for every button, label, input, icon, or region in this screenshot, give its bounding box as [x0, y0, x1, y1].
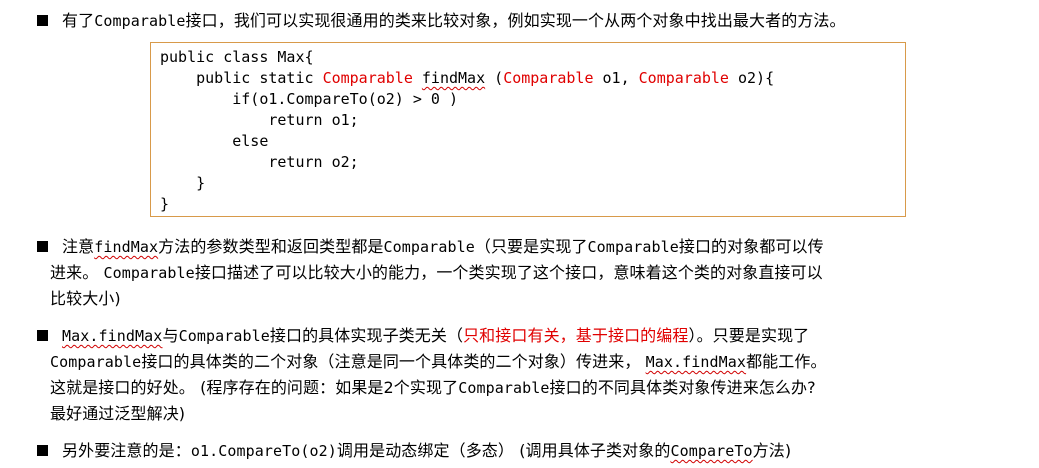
bullet-3-line-1: Max.findMax与Comparable接口的具体实现子类无关（只和接口有关…	[62, 326, 810, 345]
code-line-5: else	[160, 132, 269, 150]
text-segment: 接口，我们可以实现很通用的类来比较对象，例如实现一个从两个对象中找出最大者的方法…	[185, 11, 846, 30]
bullet-marker	[37, 330, 48, 341]
bullet-marker	[37, 15, 48, 26]
code-term: o1.CompareTo(o2)	[190, 442, 337, 460]
code-term: CompareTo	[670, 442, 753, 460]
bullet-marker	[37, 445, 48, 456]
code-line-3: if(o1.CompareTo(o2) > 0 )	[160, 90, 459, 108]
bullet-4-text: 另外要注意的是：o1.CompareTo(o2)调用是动态绑定（多态） (调用具…	[62, 441, 792, 460]
code-term: Comparable	[587, 238, 679, 256]
bullet-3-line-2: Comparable接口的具体类的二个对象（注意是同一个具体类的二个对象）传进来…	[50, 352, 827, 371]
bullet-3-line-4: 最好通过泛型解决)	[50, 404, 186, 423]
code-term: Comparable	[178, 327, 270, 345]
code-term: Max.findMax	[62, 327, 163, 345]
emphasis-text: 只和接口有关，基于接口的编程	[463, 326, 689, 345]
text-segment: 有了	[62, 11, 95, 30]
code-term: Comparable	[383, 238, 475, 256]
code-line-6: return o2;	[160, 153, 359, 171]
bullet-3-line-3: 这就是接口的好处。 (程序存在的问题：如果是2个实现了Comparable接口的…	[50, 378, 816, 397]
bullet-2-line-3: 比较大小)	[50, 289, 121, 308]
code-term: Max.findMax	[645, 353, 747, 371]
code-term: Comparable	[103, 264, 195, 282]
method-name: findMax	[421, 69, 486, 87]
bullet-1-text: 有了Comparable接口，我们可以实现很通用的类来比较对象，例如实现一个从两…	[62, 10, 846, 32]
code-term: findMax	[94, 238, 159, 256]
code-line-1: public class Max{	[160, 48, 314, 66]
code-block: public class Max{ public static Comparab…	[150, 42, 906, 217]
code-term: Comparable	[94, 12, 186, 30]
code-term: Comparable	[458, 379, 550, 397]
code-line-2: public static Comparable findMax (Compar…	[160, 69, 775, 87]
code-line-8: }	[160, 195, 170, 213]
code-line-7: }	[160, 174, 206, 192]
code-term: Comparable	[50, 353, 142, 371]
bullet-2-line-2: 进来。 Comparable接口描述了可以比较大小的能力，一个类实现了这个接口，…	[50, 263, 823, 282]
code-line-4: return o1;	[160, 111, 359, 129]
bullet-2-line-1: 注意findMax方法的参数类型和返回类型都是Comparable（只要是实现了…	[62, 237, 824, 256]
bullet-marker	[37, 241, 48, 252]
